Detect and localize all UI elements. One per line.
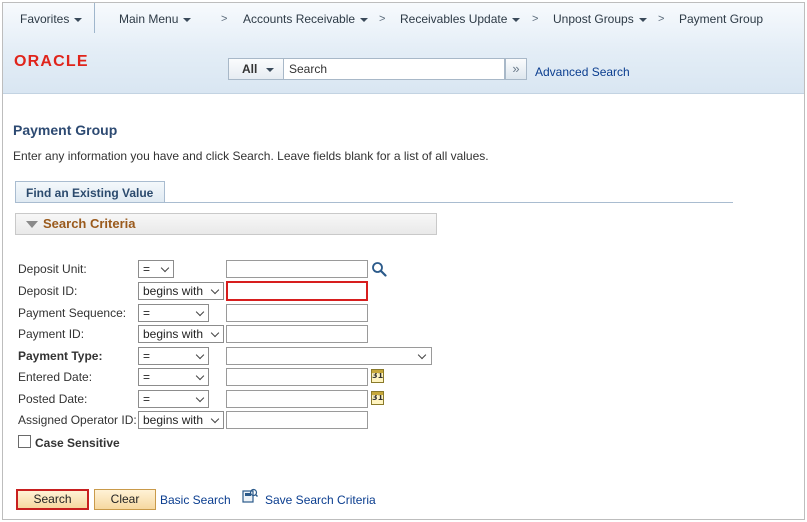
field-label: Deposit ID: [18, 284, 78, 298]
chevron-down-icon [195, 307, 205, 317]
breadcrumb-separator: > [658, 13, 665, 25]
chevron-down-icon [210, 285, 220, 295]
chevron-down-icon [210, 414, 220, 424]
field-label: Entered Date: [18, 370, 93, 384]
search-criteria-header[interactable]: Search Criteria [15, 213, 437, 235]
breadcrumb-label: Receivables Update [400, 12, 508, 26]
search-scope-value: All [242, 62, 258, 76]
breadcrumb-label: Unpost Groups [553, 12, 634, 26]
chevron-down-icon [638, 17, 647, 22]
favorites-menu[interactable]: Favorites [8, 3, 95, 33]
field-row-deposit-unit: Deposit Unit: = [3, 260, 503, 280]
search-input[interactable]: Search [283, 58, 505, 80]
operator-select[interactable]: = [138, 390, 209, 408]
field-label: Assigned Operator ID: [18, 413, 137, 427]
search-criteria-label: Search Criteria [43, 216, 136, 231]
lookup-icon[interactable] [371, 261, 387, 277]
main-menu-label: Main Menu [119, 12, 179, 26]
calendar-icon[interactable]: 31 [371, 369, 384, 383]
operator-value: = [143, 392, 151, 406]
field-label: Posted Date: [18, 392, 88, 406]
breadcrumb-accounts-receivable[interactable]: Accounts Receivable [243, 3, 369, 35]
chevron-down-icon [195, 371, 205, 381]
chevron-down-icon [195, 350, 205, 360]
search-scope-select[interactable]: All [228, 58, 284, 80]
operator-value: = [143, 349, 151, 363]
assigned-operator-id-input[interactable] [226, 411, 368, 429]
field-row-payment-type: Payment Type: = [3, 347, 503, 367]
case-sensitive-checkbox[interactable] [18, 435, 31, 448]
calendar-icon[interactable]: 31 [371, 391, 384, 405]
nav-bar: Favorites Main Menu > Accounts Receivabl… [3, 3, 804, 33]
collapse-triangle-icon[interactable] [26, 221, 38, 228]
operator-select[interactable]: = [138, 260, 174, 278]
deposit-unit-input[interactable] [226, 260, 368, 278]
posted-date-input[interactable] [226, 390, 368, 408]
operator-value: begins with [143, 413, 204, 427]
chevron-down-icon [210, 328, 220, 338]
operator-select[interactable]: begins with [138, 411, 224, 429]
deposit-id-input[interactable] [226, 281, 368, 301]
payment-sequence-input[interactable] [226, 304, 368, 322]
field-label: Payment Type: [18, 349, 103, 363]
advanced-search-link[interactable]: Advanced Search [535, 65, 630, 79]
operator-select[interactable]: begins with [138, 282, 224, 300]
field-row-posted-date: Posted Date: = 31 [3, 390, 503, 410]
chevron-down-icon [74, 17, 83, 22]
breadcrumb-label: Accounts Receivable [243, 12, 356, 26]
field-row-deposit-id: Deposit ID: begins with [3, 281, 503, 302]
breadcrumb-separator: > [379, 13, 386, 25]
field-label: Payment Sequence: [18, 306, 127, 320]
field-row-payment-sequence: Payment Sequence: = [3, 304, 503, 324]
chevron-down-icon [183, 17, 192, 22]
operator-value: begins with [143, 284, 204, 298]
chevron-down-icon [512, 17, 521, 22]
field-row-payment-id: Payment ID: begins with [3, 325, 503, 345]
chevron-down-icon [360, 17, 369, 22]
oracle-logo: ORACLE [14, 53, 89, 70]
breadcrumb-receivables-update[interactable]: Receivables Update [400, 3, 521, 35]
clear-button[interactable]: Clear [94, 489, 156, 510]
entered-date-input[interactable] [226, 368, 368, 386]
operator-value: = [143, 370, 151, 384]
chevron-down-icon [160, 263, 170, 273]
search-go-button[interactable]: » [505, 58, 527, 80]
favorites-label: Favorites [20, 12, 70, 26]
operator-select[interactable]: = [138, 368, 209, 386]
operator-value: begins with [143, 327, 204, 341]
basic-search-link[interactable]: Basic Search [160, 493, 231, 507]
payment-type-select[interactable] [226, 347, 432, 365]
chevron-down-icon [266, 67, 275, 72]
breadcrumb-unpost-groups[interactable]: Unpost Groups [553, 3, 647, 35]
tab-find-existing-value[interactable]: Find an Existing Value [15, 181, 165, 203]
payment-id-input[interactable] [226, 325, 368, 343]
breadcrumb-separator: > [532, 13, 539, 25]
save-search-icon[interactable] [242, 488, 258, 504]
operator-value: = [143, 306, 151, 320]
main-menu[interactable]: Main Menu [119, 3, 192, 35]
operator-select[interactable]: begins with [138, 325, 224, 343]
tab-divider [15, 202, 733, 203]
chevron-down-icon [417, 350, 427, 360]
header: Favorites Main Menu > Accounts Receivabl… [3, 3, 804, 94]
field-row-assigned-operator-id: Assigned Operator ID: begins with [3, 411, 503, 431]
chevron-down-icon [195, 393, 205, 403]
page-instructions: Enter any information you have and click… [13, 149, 489, 163]
breadcrumb-separator: > [221, 13, 228, 25]
search-button[interactable]: Search [16, 489, 89, 510]
field-label: Payment ID: [18, 327, 85, 341]
page-title: Payment Group [13, 122, 118, 138]
field-row-entered-date: Entered Date: = 31 [3, 368, 503, 388]
operator-select[interactable]: = [138, 347, 209, 365]
field-label: Deposit Unit: [18, 262, 87, 276]
breadcrumb-payment-group: Payment Group [679, 12, 764, 26]
operator-select[interactable]: = [138, 304, 209, 322]
case-sensitive-label[interactable]: Case Sensitive [35, 436, 120, 450]
save-search-criteria-link[interactable]: Save Search Criteria [265, 493, 376, 507]
page-frame: Favorites Main Menu > Accounts Receivabl… [2, 2, 805, 520]
operator-value: = [143, 262, 151, 276]
